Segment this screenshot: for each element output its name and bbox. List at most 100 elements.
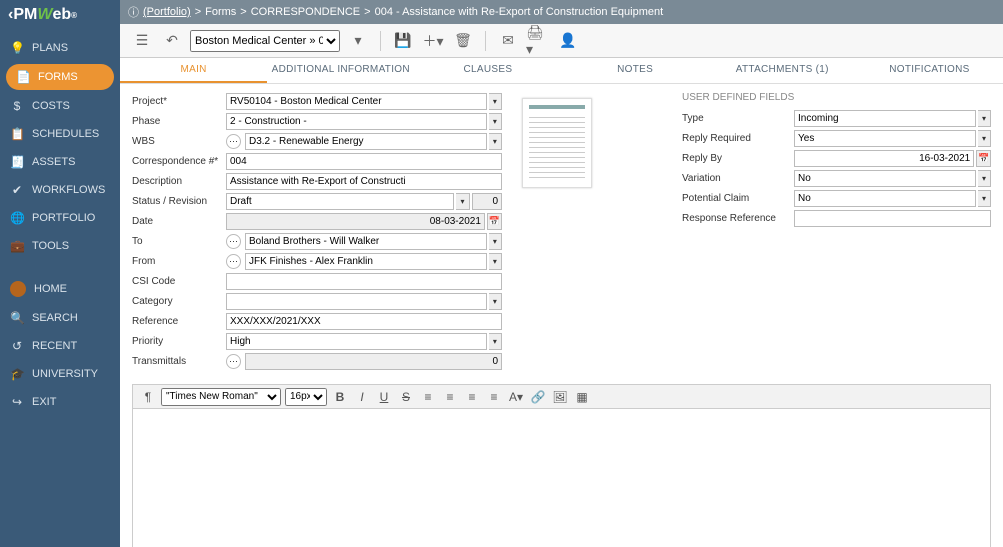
date-field[interactable] <box>226 213 485 230</box>
prio-dd[interactable]: ▾ <box>489 333 502 350</box>
from-picker[interactable]: ⋯ <box>226 254 241 269</box>
tab-additional[interactable]: ADDITIONAL INFORMATION <box>267 58 414 83</box>
lbl-project: Project* <box>132 96 224 107</box>
corrno-field[interactable] <box>226 153 502 170</box>
user-icon[interactable]: 👤 <box>556 29 580 53</box>
var-dd[interactable]: ▾ <box>978 170 991 187</box>
nav-home[interactable]: HOME <box>0 274 120 304</box>
record-selector[interactable]: Boston Medical Center » 004 - Assis <box>190 30 340 52</box>
status-field[interactable] <box>226 193 454 210</box>
trans-picker[interactable]: ⋯ <box>226 354 241 369</box>
size-select[interactable]: 16px <box>285 388 327 406</box>
wbs-picker[interactable]: ⋯ <box>226 134 241 149</box>
editor-body[interactable] <box>133 409 990 547</box>
claim-dd[interactable]: ▾ <box>978 190 991 207</box>
exit-icon: ↪ <box>10 395 24 409</box>
nav-label: SCHEDULES <box>32 128 99 140</box>
lbl-var: Variation <box>682 173 792 184</box>
nav-label: RECENT <box>32 340 77 352</box>
nav-schedules[interactable]: 📋SCHEDULES <box>0 120 120 148</box>
add-icon[interactable]: ＋▾ <box>421 29 445 53</box>
nav-university[interactable]: 🎓UNIVERSITY <box>0 360 120 388</box>
bc-forms[interactable]: Forms <box>205 6 236 18</box>
desc-field[interactable] <box>226 173 502 190</box>
to-dd[interactable]: ▾ <box>489 233 502 250</box>
calendar-icon[interactable]: 📅 <box>976 150 991 167</box>
tab-attachments[interactable]: ATTACHMENTS (1) <box>709 58 856 83</box>
csi-field[interactable] <box>226 273 502 290</box>
strike-icon[interactable]: S <box>397 388 415 406</box>
nav-recent[interactable]: ↺RECENT <box>0 332 120 360</box>
calendar-icon[interactable]: 📅 <box>487 213 502 230</box>
bc-portfolio[interactable]: (Portfolio) <box>143 6 191 18</box>
reference-field[interactable] <box>226 313 502 330</box>
font-color-icon[interactable]: A▾ <box>507 388 525 406</box>
to-picker[interactable]: ⋯ <box>226 234 241 249</box>
nav-tools[interactable]: 💼TOOLS <box>0 232 120 260</box>
wbs-field[interactable] <box>245 133 487 150</box>
wbs-dd[interactable]: ▾ <box>489 133 502 150</box>
category-field[interactable] <box>226 293 487 310</box>
nav-label: SEARCH <box>32 312 78 324</box>
priority-field[interactable] <box>226 333 487 350</box>
revision-field <box>472 193 502 210</box>
status-dd[interactable]: ▾ <box>456 193 470 210</box>
claim-field[interactable] <box>794 190 976 207</box>
lbl-cat: Category <box>132 296 224 307</box>
italic-icon[interactable]: I <box>353 388 371 406</box>
bold-icon[interactable]: B <box>331 388 349 406</box>
paragraph-icon[interactable]: ¶ <box>139 388 157 406</box>
phase-dd[interactable]: ▾ <box>489 113 502 130</box>
nav-workflows[interactable]: ✔WORKFLOWS <box>0 176 120 204</box>
info-icon[interactable]: ⓘ <box>128 4 139 20</box>
lbl-resp: Response Reference <box>682 213 792 224</box>
variation-field[interactable] <box>794 170 976 187</box>
link-icon[interactable]: 🔗 <box>529 388 547 406</box>
from-dd[interactable]: ▾ <box>489 253 502 270</box>
bc-corr[interactable]: CORRESPONDENCE <box>251 6 360 18</box>
undo-icon[interactable]: ↶ <box>160 29 184 53</box>
save-icon[interactable]: 💾 <box>391 29 415 53</box>
reqd-dd[interactable]: ▾ <box>978 130 991 147</box>
trash-icon[interactable]: 🗑 <box>451 29 475 53</box>
nav-assets[interactable]: 🧾ASSETS <box>0 148 120 176</box>
project-field[interactable] <box>226 93 487 110</box>
nav-portfolio[interactable]: 🌐PORTFOLIO <box>0 204 120 232</box>
list-view-icon[interactable]: ☰ <box>130 29 154 53</box>
reply-required-field[interactable] <box>794 130 976 147</box>
chevron-down-icon[interactable]: ▾ <box>346 29 370 53</box>
table-icon[interactable]: ▦ <box>573 388 591 406</box>
nav-plans[interactable]: 💡PLANS <box>0 34 120 62</box>
lbl-corrno: Correspondence #* <box>132 156 224 167</box>
search-icon: 🔍 <box>10 311 24 325</box>
tab-notes[interactable]: NOTES <box>562 58 709 83</box>
project-dd[interactable]: ▾ <box>489 93 502 110</box>
reply-by-field[interactable] <box>794 150 974 167</box>
mail-icon[interactable]: ✉ <box>496 29 520 53</box>
to-field[interactable] <box>245 233 487 250</box>
nav-label: EXIT <box>32 396 56 408</box>
align-right-icon[interactable]: ≡ <box>463 388 481 406</box>
from-field[interactable] <box>245 253 487 270</box>
udf-column: USER DEFINED FIELDS Type▾ Reply Required… <box>682 92 991 370</box>
nav-exit[interactable]: ↪ EXIT <box>0 388 120 416</box>
align-left-icon[interactable]: ≡ <box>419 388 437 406</box>
phase-field[interactable] <box>226 113 487 130</box>
align-justify-icon[interactable]: ≡ <box>485 388 503 406</box>
nav-forms[interactable]: 📄FORMS <box>6 64 114 90</box>
underline-icon[interactable]: U <box>375 388 393 406</box>
tab-main[interactable]: MAIN <box>120 58 267 83</box>
attachment-thumbnail[interactable] <box>522 98 592 188</box>
print-icon[interactable]: 🖨▾ <box>526 29 550 53</box>
type-field[interactable] <box>794 110 976 127</box>
response-ref-field[interactable] <box>794 210 991 227</box>
cat-dd[interactable]: ▾ <box>489 293 502 310</box>
nav-search[interactable]: 🔍 SEARCH <box>0 304 120 332</box>
tab-clauses[interactable]: CLAUSES <box>414 58 561 83</box>
type-dd[interactable]: ▾ <box>978 110 991 127</box>
image-icon[interactable]: 🖼 <box>551 388 569 406</box>
font-select[interactable]: "Times New Roman" <box>161 388 281 406</box>
align-center-icon[interactable]: ≡ <box>441 388 459 406</box>
tab-notifications[interactable]: NOTIFICATIONS <box>856 58 1003 83</box>
nav-costs[interactable]: $COSTS <box>0 92 120 120</box>
